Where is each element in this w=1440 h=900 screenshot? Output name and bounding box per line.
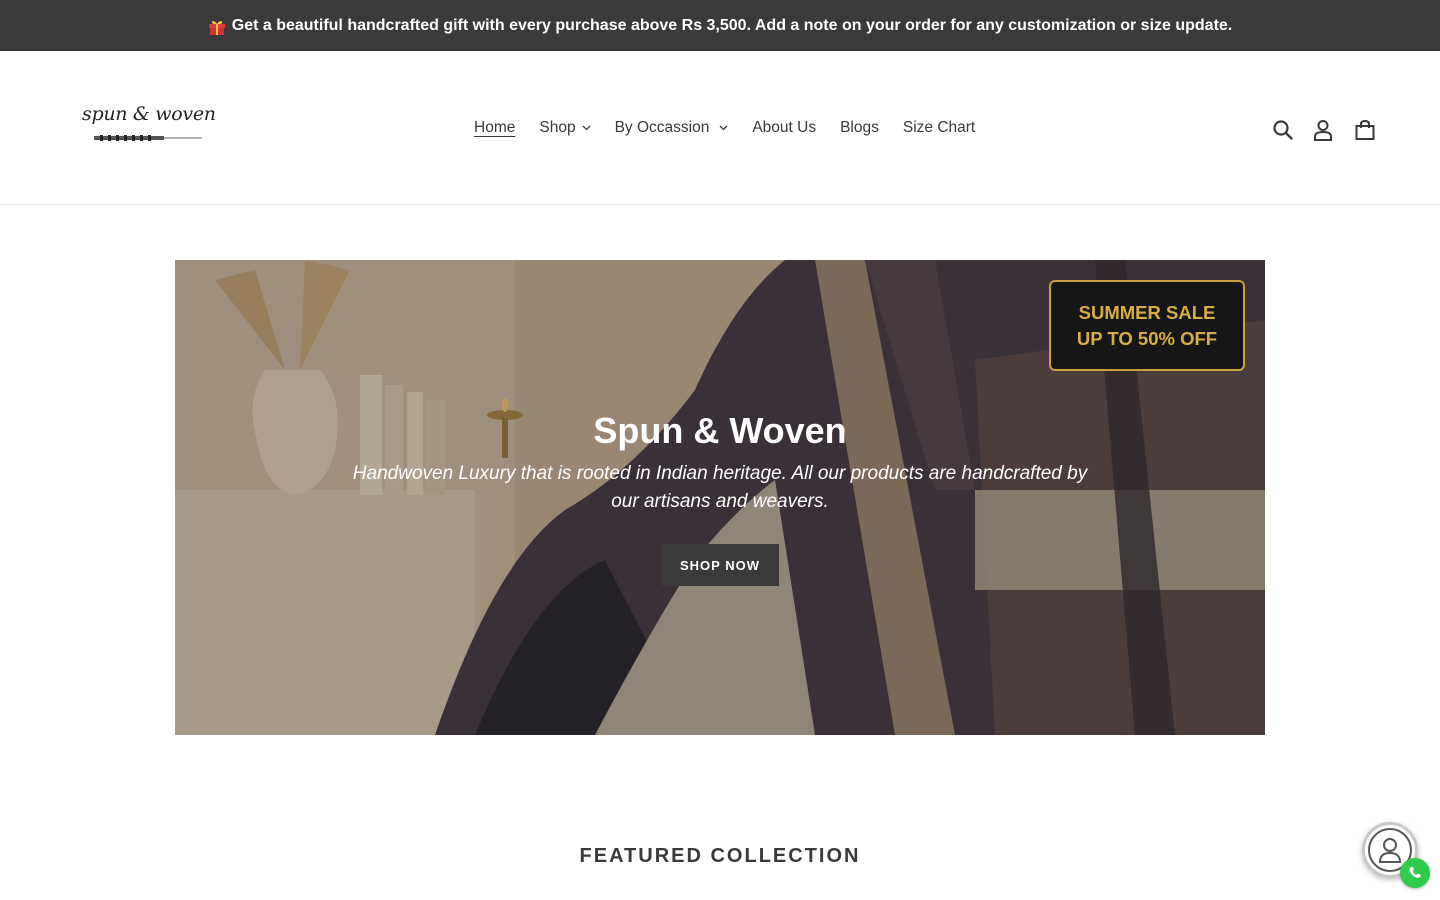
hero-banner: SUMMER SALE UP TO 50% OFF Spun & Woven H… <box>175 260 1265 735</box>
featured-collection-heading: FEATURED COLLECTION <box>579 845 861 867</box>
whatsapp-phone-icon <box>1409 867 1421 878</box>
account-icon <box>1314 120 1332 141</box>
site-logo[interactable]: spun & woven <box>82 103 216 149</box>
hero-title: Spun & Woven <box>593 410 847 451</box>
nav-by-occasion[interactable]: By Occassion <box>615 119 729 137</box>
nav-shop-label: Shop <box>539 119 576 136</box>
shop-now-button[interactable]: SHOP NOW <box>661 544 779 586</box>
nav-blogs[interactable]: Blogs <box>840 119 879 137</box>
whatsapp-badge[interactable] <box>1400 858 1430 888</box>
cart-button[interactable] <box>1352 117 1378 143</box>
nav-by-occasion-label: By Occassion <box>614 119 710 136</box>
hero-subtitle: Handwoven Luxury that is rooted in India… <box>352 463 1088 512</box>
logo-shuttle-graphic <box>94 135 202 141</box>
gift-icon <box>208 20 225 35</box>
nav-home-label: Home <box>474 119 516 136</box>
nav-about-us[interactable]: About Us <box>752 119 816 137</box>
nav-blogs-label: Blogs <box>840 119 879 136</box>
support-agent-icon <box>1378 838 1402 863</box>
search-icon <box>1273 120 1293 140</box>
sale-badge-line2: UP TO 50% OFF <box>1076 327 1218 349</box>
sale-badge-line1: SUMMER SALE <box>1078 301 1216 323</box>
nav-size-chart-label: Size Chart <box>902 119 976 136</box>
nav-home[interactable]: Home <box>474 119 515 137</box>
account-button[interactable] <box>1310 117 1336 143</box>
announcement-bar: Get a beautiful handcrafted gift with ev… <box>0 0 1440 51</box>
nav-size-chart[interactable]: Size Chart <box>903 119 975 137</box>
nav-shop[interactable]: Shop <box>539 119 591 137</box>
site-header: spun & woven Home Shop By Occassion Abou… <box>0 51 1440 205</box>
nav-about-us-label: About Us <box>752 119 817 136</box>
cart-icon <box>1355 119 1375 140</box>
main-nav: Home Shop By Occassion About Us Blogs Si… <box>474 117 999 139</box>
chevron-down-icon <box>719 125 728 131</box>
chevron-down-icon <box>582 125 591 131</box>
logo-text: spun & woven <box>82 103 216 125</box>
search-button[interactable] <box>1270 117 1296 143</box>
announcement-text: Get a beautiful handcrafted gift with ev… <box>231 16 1233 34</box>
summer-sale-badge[interactable]: SUMMER SALE UP TO 50% OFF <box>1049 280 1245 371</box>
header-icons <box>1270 117 1378 143</box>
